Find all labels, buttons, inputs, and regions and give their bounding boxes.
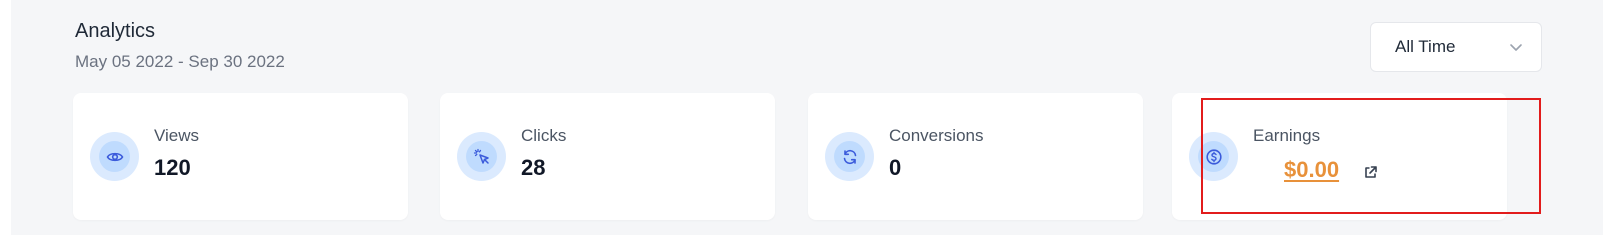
- external-link-icon[interactable]: [1363, 165, 1378, 180]
- earnings-icon-badge: [1189, 132, 1238, 181]
- chevron-down-icon: [1510, 44, 1522, 51]
- stat-card-conversions: Conversions 0: [808, 93, 1143, 220]
- period-select-value: All Time: [1395, 37, 1456, 56]
- conversions-value: 0: [889, 155, 902, 180]
- conversions-label: Conversions: [889, 126, 984, 145]
- stat-card-views: Views 120: [73, 93, 408, 220]
- refresh-icon: [843, 149, 856, 164]
- stat-card-clicks: Clicks 28: [440, 93, 775, 220]
- earnings-label: Earnings: [1253, 126, 1321, 145]
- stat-card-earnings: Earnings: [1172, 93, 1507, 220]
- page-title: Analytics: [75, 20, 156, 42]
- cursor-click-icon: [473, 148, 489, 164]
- eye-icon: [106, 152, 123, 161]
- dollar-icon: [1205, 148, 1222, 165]
- clicks-label: Clicks: [521, 126, 567, 145]
- period-select[interactable]: All Time: [1370, 22, 1542, 72]
- earnings-value-link[interactable]: $0.00: [1284, 157, 1339, 183]
- views-label: Views: [154, 126, 200, 145]
- views-value: 120: [154, 155, 191, 180]
- views-icon-badge: [90, 132, 139, 181]
- clicks-value: 28: [521, 155, 546, 180]
- date-range: May 05 2022 - Sep 30 2022: [75, 52, 285, 71]
- conversions-icon-badge: [825, 132, 874, 181]
- clicks-icon-badge: [457, 132, 506, 181]
